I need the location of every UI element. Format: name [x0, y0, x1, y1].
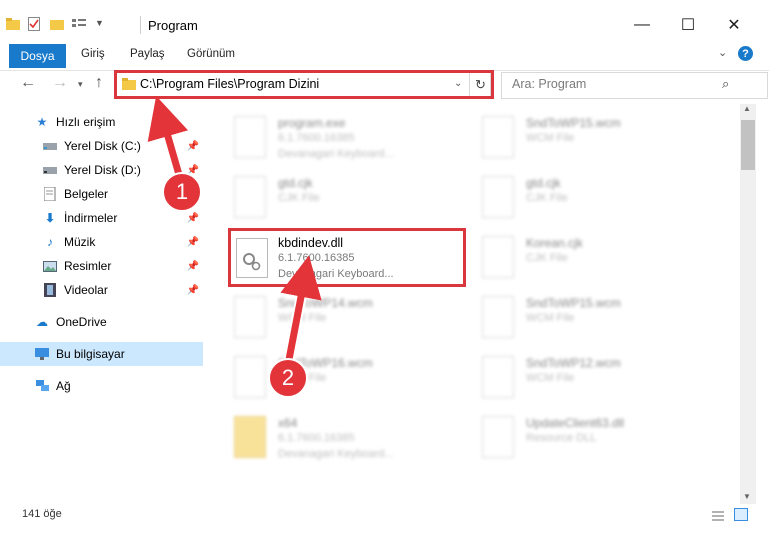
- step-marker-2: 2: [268, 358, 308, 398]
- annotation-arrows: [147, 95, 322, 372]
- arrow-2: [280, 255, 322, 371]
- step-marker-1: 1: [162, 172, 202, 212]
